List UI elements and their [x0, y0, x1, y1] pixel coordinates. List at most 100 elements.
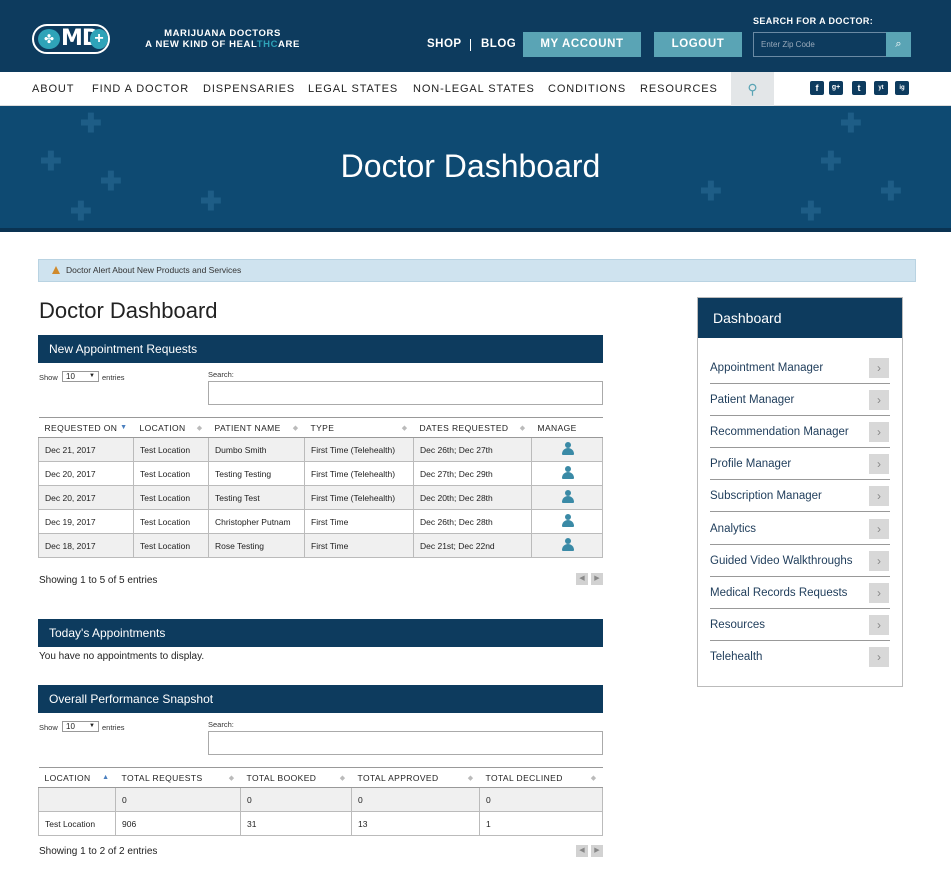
chevron-right-icon: › [869, 551, 889, 571]
divider [470, 39, 471, 51]
instagram-icon[interactable]: ig [895, 81, 909, 95]
table-cell: 13 [351, 811, 480, 836]
sidebar-item-profile-manager[interactable]: Profile Manager › [710, 448, 890, 480]
table-cell: Dec 27th; Dec 29th [413, 461, 532, 486]
leaf-icon: ✤ [38, 29, 60, 49]
search-label: Search: [208, 720, 234, 729]
next-page-icon[interactable]: ▶ [591, 573, 603, 585]
sidebar-item-guided-video-walkthroughs[interactable]: Guided Video Walkthroughs › [710, 545, 890, 577]
table-cell: Test Location [133, 461, 209, 486]
sort-icon: ◆ [467, 775, 474, 782]
entries-select[interactable]: 10 ▼ [62, 721, 99, 732]
table-cell: First Time [304, 509, 414, 534]
table-row: Dec 18, 2017 Test Location Rose Testing … [38, 533, 603, 558]
logout-button[interactable]: LOGOUT [654, 32, 742, 57]
cross-decoration-icon: ✚ [840, 108, 862, 138]
nav-item-non-legal-states[interactable]: NON-LEGAL STATES [413, 83, 535, 95]
dropdown-arrow-icon: ▼ [89, 373, 95, 379]
manage-cell [531, 461, 603, 486]
no-appointments-message: You have no appointments to display. [39, 651, 205, 662]
sidebar-item-subscription-manager[interactable]: Subscription Manager › [710, 480, 890, 512]
shop-link[interactable]: SHOP [427, 38, 462, 52]
twitter-icon[interactable]: t [852, 81, 866, 95]
section-header-performance: Overall Performance Snapshot [38, 685, 603, 713]
manage-patient-icon[interactable] [561, 538, 574, 551]
table-cell: Dec 21st; Dec 22nd [413, 533, 532, 558]
chevron-right-icon: › [869, 486, 889, 506]
next-page-icon[interactable]: ▶ [591, 845, 603, 857]
top-header: ✤ MD + MARIJUANA DOCTORS A NEW KIND OF H… [0, 0, 951, 72]
cross-decoration-icon: ✚ [800, 196, 822, 226]
cross-decoration-icon: ✚ [200, 186, 222, 216]
sidebar-item-telehealth[interactable]: Telehealth › [710, 641, 890, 673]
manage-cell [531, 533, 603, 558]
youtube-icon[interactable]: yt [874, 81, 888, 95]
column-header: MANAGE [531, 417, 603, 438]
entries-select[interactable]: 10 ▼ [62, 371, 99, 382]
manage-patient-icon[interactable] [561, 490, 574, 503]
column-header[interactable]: TOTAL APPROVED ◆ [351, 767, 480, 788]
sidebar-item-medical-records-requests[interactable]: Medical Records Requests › [710, 577, 890, 609]
appointments-search-input[interactable] [208, 381, 603, 405]
table-cell: Test Location [133, 509, 209, 534]
column-header[interactable]: TYPE ◆ [304, 417, 414, 438]
chevron-right-icon: › [869, 519, 889, 539]
sort-icon: ◆ [590, 775, 597, 782]
table-cell: Testing Test [208, 485, 305, 510]
table-cell: Dec 20, 2017 [38, 485, 134, 510]
google-plus-icon[interactable]: g+ [829, 81, 843, 95]
table-cell: Dec 20th; Dec 28th [413, 485, 532, 510]
table-cell: Test Location [133, 533, 209, 558]
chevron-right-icon: › [869, 390, 889, 410]
doctor-alert-bar[interactable]: Doctor Alert About New Products and Serv… [38, 259, 916, 282]
manage-patient-icon[interactable] [561, 442, 574, 455]
table-cell: Rose Testing [208, 533, 305, 558]
nav-item-resources[interactable]: RESOURCES [640, 83, 718, 95]
table-cell: Dec 20, 2017 [38, 461, 134, 486]
previous-page-icon[interactable]: ◀ [576, 845, 588, 857]
facebook-icon[interactable]: f [810, 81, 824, 95]
column-header[interactable]: TOTAL REQUESTS ◆ [115, 767, 241, 788]
manage-patient-icon[interactable] [561, 514, 574, 527]
previous-page-icon[interactable]: ◀ [576, 573, 588, 585]
table-cell: Dec 19, 2017 [38, 509, 134, 534]
sort-icon: ◆ [292, 425, 299, 432]
cross-decoration-icon: ✚ [70, 196, 92, 226]
table-cell: Testing Testing [208, 461, 305, 486]
column-header[interactable]: LOCATION ▲ [38, 767, 116, 788]
nav-item-dispensaries[interactable]: DISPENSARIES [203, 83, 295, 95]
table-cell: Dec 26th; Dec 28th [413, 509, 532, 534]
nav-item-find-a-doctor[interactable]: FIND A DOCTOR [92, 83, 189, 95]
section-header-today: Today's Appointments [38, 619, 603, 647]
sidebar-item-analytics[interactable]: Analytics › [710, 513, 890, 545]
column-header[interactable]: DATES REQUESTED ◆ [413, 417, 532, 438]
performance-search-input[interactable] [208, 731, 603, 755]
zip-code-input[interactable]: Enter Zip Code [753, 32, 887, 57]
my-account-button[interactable]: MY ACCOUNT [523, 32, 641, 57]
manage-patient-icon[interactable] [561, 466, 574, 479]
site-logo[interactable]: ✤ MD + [32, 24, 110, 54]
column-header[interactable]: LOCATION ◆ [133, 417, 209, 438]
table-cell [38, 787, 116, 812]
sidebar-item-patient-manager[interactable]: Patient Manager › [710, 384, 890, 416]
column-header[interactable]: TOTAL BOOKED ◆ [240, 767, 352, 788]
sort-icon: ◆ [228, 775, 235, 782]
search-icon[interactable]: ⌕ [886, 32, 911, 57]
nav-item-legal-states[interactable]: LEGAL STATES [308, 83, 398, 95]
sidebar-item-resources[interactable]: Resources › [710, 609, 890, 641]
column-header[interactable]: PATIENT NAME ◆ [208, 417, 305, 438]
sidebar-item-recommendation-manager[interactable]: Recommendation Manager › [710, 416, 890, 448]
table-cell: First Time (Telehealth) [304, 461, 414, 486]
section-header-appointments: New Appointment Requests [38, 335, 603, 363]
nav-item-about[interactable]: ABOUT [32, 83, 74, 95]
nav-search-icon[interactable]: ⚲ [731, 72, 774, 106]
nav-item-conditions[interactable]: CONDITIONS [548, 83, 626, 95]
sort-desc-icon: ▼ [120, 424, 128, 431]
blog-link[interactable]: BLOG [481, 38, 516, 52]
column-header[interactable]: REQUESTED ON ▼ [38, 417, 134, 438]
table-row: Dec 20, 2017 Test Location Testing Test … [38, 485, 603, 510]
chevron-right-icon: › [869, 358, 889, 378]
chevron-right-icon: › [869, 615, 889, 635]
column-header[interactable]: TOTAL DECLINED ◆ [479, 767, 603, 788]
sidebar-item-appointment-manager[interactable]: Appointment Manager › [710, 352, 890, 384]
